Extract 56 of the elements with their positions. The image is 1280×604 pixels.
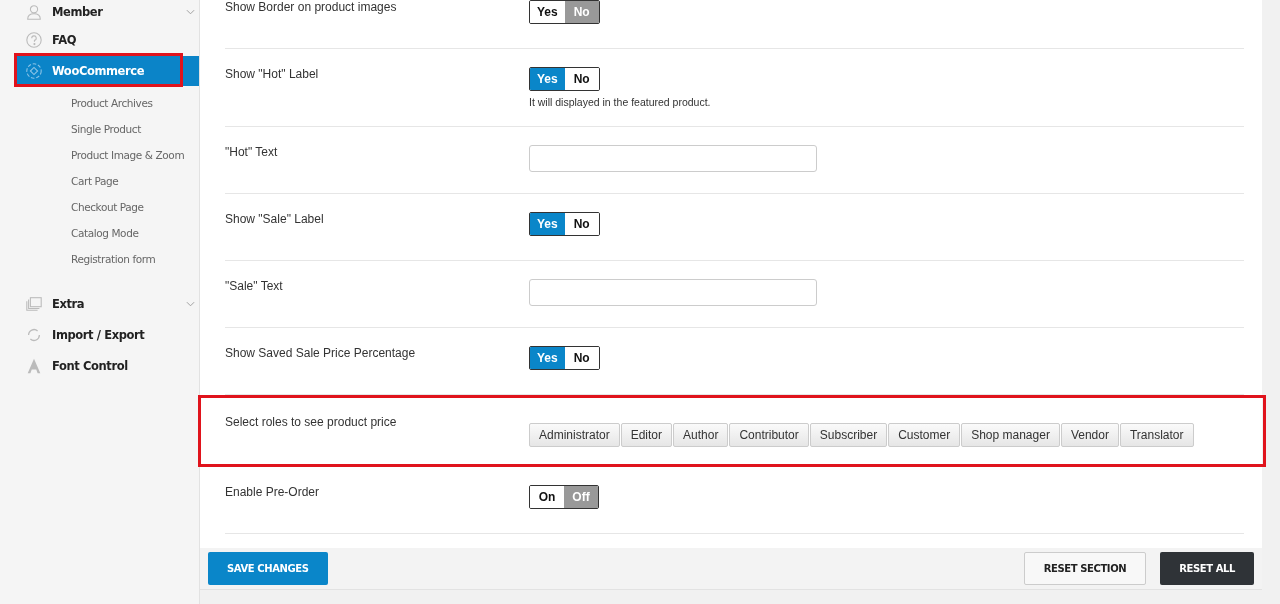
text-field[interactable] xyxy=(529,279,817,306)
user-icon xyxy=(25,3,43,21)
toggle-switch[interactable]: Yes No xyxy=(529,67,600,91)
text-field[interactable] xyxy=(529,145,817,172)
setting-label: Show "Sale" Label xyxy=(225,212,325,228)
role-button[interactable]: Administrator xyxy=(529,423,620,447)
reset-section-button[interactable]: RESET SECTION xyxy=(1023,552,1147,585)
sidebar-item[interactable]: Import / Export xyxy=(0,320,199,350)
role-button[interactable]: Shop manager xyxy=(961,423,1060,447)
submenu-item[interactable]: Checkout Page xyxy=(71,195,199,221)
toggle-option[interactable]: Yes xyxy=(530,347,565,369)
sidebar-item[interactable]: Font Control xyxy=(0,351,199,381)
sidebar-item[interactable]: FAQ xyxy=(0,25,199,55)
sidebar-item-label: Extra xyxy=(52,297,85,311)
setting-description: It will displayed in the featured product. xyxy=(529,96,712,108)
submenu-item[interactable]: Cart Page xyxy=(71,169,199,195)
role-button[interactable]: Editor xyxy=(620,423,673,447)
toggle-switch[interactable]: Yes No xyxy=(529,0,600,24)
toggle-option[interactable]: Yes xyxy=(530,68,565,90)
submenu-item[interactable]: Single Product xyxy=(71,117,199,143)
sidebar-item-label: FAQ xyxy=(52,33,76,47)
sync-icon xyxy=(25,326,43,344)
setting-label: "Hot" Text xyxy=(225,145,279,161)
sidebar-item[interactable]: Extra xyxy=(0,289,199,319)
sidebar-item[interactable]: Member xyxy=(0,0,199,24)
sidebar-item-label: Import / Export xyxy=(52,328,145,342)
setting-label: Show Border on product images xyxy=(225,0,398,16)
sidebar-item-label: Member xyxy=(52,5,103,19)
submenu-item[interactable]: Registration form xyxy=(71,247,199,273)
setting-label: "Sale" Text xyxy=(225,279,284,295)
reset-all-button[interactable]: RESET ALL xyxy=(1160,552,1254,585)
sidebar-item-label: WooCommerce xyxy=(52,64,145,78)
sidebar-item[interactable]: WooCommerce xyxy=(17,56,199,86)
role-button[interactable]: Translator xyxy=(1119,423,1194,447)
stack-icon xyxy=(25,295,43,313)
sidebar-item-label: Font Control xyxy=(52,359,128,373)
toggle-switch[interactable]: On Off xyxy=(529,485,599,509)
setting-label: Show "Hot" Label xyxy=(225,67,320,83)
submenu-item[interactable]: Catalog Mode xyxy=(71,221,199,247)
submenu-item[interactable]: Product Image & Zoom xyxy=(71,143,199,169)
question-icon xyxy=(25,31,43,49)
toggle-switch[interactable]: Yes No xyxy=(529,212,600,236)
role-button[interactable]: Author xyxy=(673,423,729,447)
save-changes-button[interactable]: SAVE CHANGES xyxy=(208,552,328,585)
font-icon xyxy=(25,357,43,375)
role-button[interactable]: Subscriber xyxy=(809,423,888,447)
role-button[interactable]: Vendor xyxy=(1060,423,1119,447)
setting-label: Enable Pre-Order xyxy=(225,485,321,501)
role-button[interactable]: Contributor xyxy=(729,423,809,447)
role-button[interactable]: Customer xyxy=(888,423,961,447)
setting-label: Show Saved Sale Price Percentage xyxy=(225,346,417,362)
toggle-switch[interactable]: Yes No xyxy=(529,346,600,370)
submenu-item[interactable]: Product Archives xyxy=(71,91,199,117)
circle-icon xyxy=(25,62,43,80)
toggle-option[interactable]: Yes xyxy=(530,213,565,235)
setting-label: Select roles to see product price xyxy=(225,415,398,431)
